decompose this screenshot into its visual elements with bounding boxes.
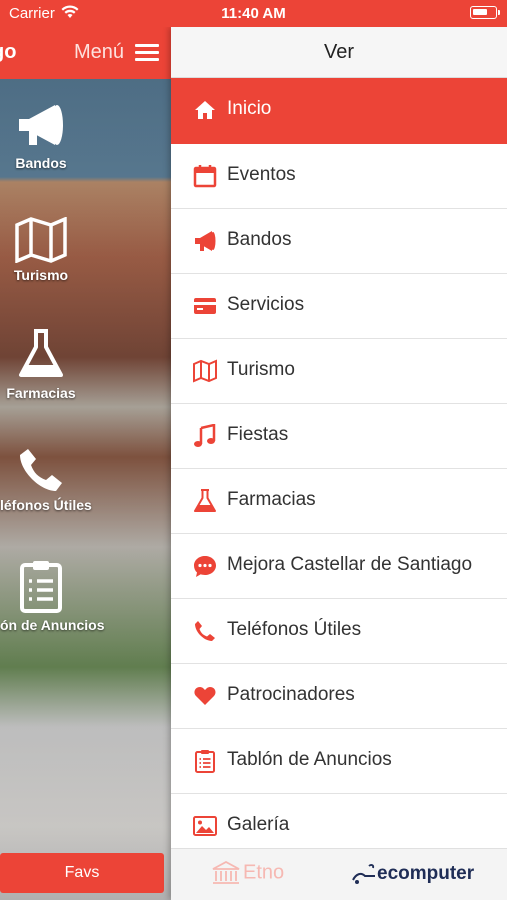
favs-button[interactable]: Favs: [0, 853, 164, 893]
phone-icon: [20, 449, 62, 491]
menu-item-tablon[interactable]: Tablón de Anuncios: [171, 729, 507, 794]
ecomputer-brand-text: ecomputer: [377, 863, 475, 885]
image-icon: [193, 816, 217, 836]
menu-item-turismo[interactable]: Turismo: [171, 339, 507, 404]
tile-label: léfonos Útiles: [0, 497, 92, 513]
heart-icon: [194, 687, 216, 705]
ecomputer-logo[interactable]: ecomputer: [351, 862, 474, 886]
app-screen: Carrier 11:40 AM go Menú Bandos: [0, 0, 507, 900]
menu-button-label[interactable]: Menú: [74, 41, 124, 64]
menu-item-telefonos[interactable]: Teléfonos Útiles: [171, 599, 507, 664]
tile-telefonos[interactable]: léfonos Útiles: [0, 447, 92, 513]
menu-item-fiestas[interactable]: Fiestas: [171, 404, 507, 469]
tile-tablon[interactable]: ón de Anuncios: [0, 559, 105, 633]
tile-label: Turismo: [13, 267, 69, 283]
status-bar: Carrier 11:40 AM: [0, 0, 507, 27]
chat-bubble-icon: [194, 556, 216, 577]
menu-item-label: Mejora Castellar de Santiago: [227, 554, 473, 575]
menu-item-label: Tablón de Anuncios: [227, 749, 392, 770]
main-screen: go Menú Bandos Turismo Farmacia: [0, 27, 171, 900]
menu-item-label: Teléfonos Útiles: [227, 619, 362, 640]
tile-label: Farmacias: [6, 385, 76, 401]
etno-brand-text: Etno: [243, 861, 285, 884]
drawer-header: Ver: [171, 27, 507, 78]
battery-icon: [470, 6, 500, 19]
menu-item-label: Eventos: [227, 164, 296, 185]
tile-label: Bandos: [15, 155, 67, 171]
menu-item-label: Fiestas: [227, 424, 289, 445]
map-icon: [193, 359, 217, 383]
megaphone-icon: [195, 231, 216, 251]
phone-icon: [195, 621, 215, 641]
drawer-title: Ver: [323, 41, 355, 63]
menu-item-bandos[interactable]: Bandos: [171, 209, 507, 274]
building-icon: [212, 861, 240, 884]
menu-item-servicios[interactable]: Servicios: [171, 274, 507, 339]
tile-bandos[interactable]: Bandos: [0, 99, 82, 171]
credit-card-icon: [194, 298, 216, 314]
app-title: go: [0, 41, 17, 63]
clipboard-icon: [20, 561, 62, 613]
menu-item-inicio[interactable]: Inicio: [171, 78, 507, 144]
map-icon: [15, 217, 67, 263]
tile-farmacias[interactable]: Farmacias: [0, 329, 82, 401]
main-navbar: go Menú: [0, 27, 171, 79]
menu-item-label: Inicio: [227, 98, 272, 119]
menu-item-label: Farmacias: [227, 489, 316, 510]
drawer-footer: Etno ecomputer: [171, 848, 507, 900]
etno-logo[interactable]: Etno: [211, 861, 284, 885]
tile-label: ón de Anuncios: [0, 617, 105, 633]
flask-icon: [19, 329, 63, 377]
calendar-icon: [193, 165, 217, 188]
hamburger-icon[interactable]: [135, 44, 159, 62]
menu-item-farmacias[interactable]: Farmacias: [171, 469, 507, 534]
flask-icon: [194, 489, 216, 512]
megaphone-icon: [19, 105, 63, 145]
side-drawer: Ver Inicio Eventos Bandos Servicios Turi…: [171, 27, 507, 900]
menu-item-label: Servicios: [227, 294, 305, 315]
music-note-icon: [194, 424, 216, 447]
menu-item-label: Patrocinadores: [227, 684, 355, 705]
menu-item-patrocinadores[interactable]: Patrocinadores: [171, 664, 507, 729]
menu-item-label: Galería: [227, 814, 290, 835]
ecomputer-mark-icon: [352, 864, 375, 884]
menu-item-label: Turismo: [227, 359, 295, 380]
menu-item-label: Bandos: [227, 229, 292, 250]
home-icon: [195, 101, 215, 119]
clock: 11:40 AM: [221, 5, 286, 22]
menu-item-eventos[interactable]: Eventos: [171, 144, 507, 209]
clipboard-icon: [195, 750, 215, 773]
menu-item-mejora[interactable]: Mejora Castellar de Santiago: [171, 534, 507, 599]
tile-turismo[interactable]: Turismo: [0, 217, 82, 283]
